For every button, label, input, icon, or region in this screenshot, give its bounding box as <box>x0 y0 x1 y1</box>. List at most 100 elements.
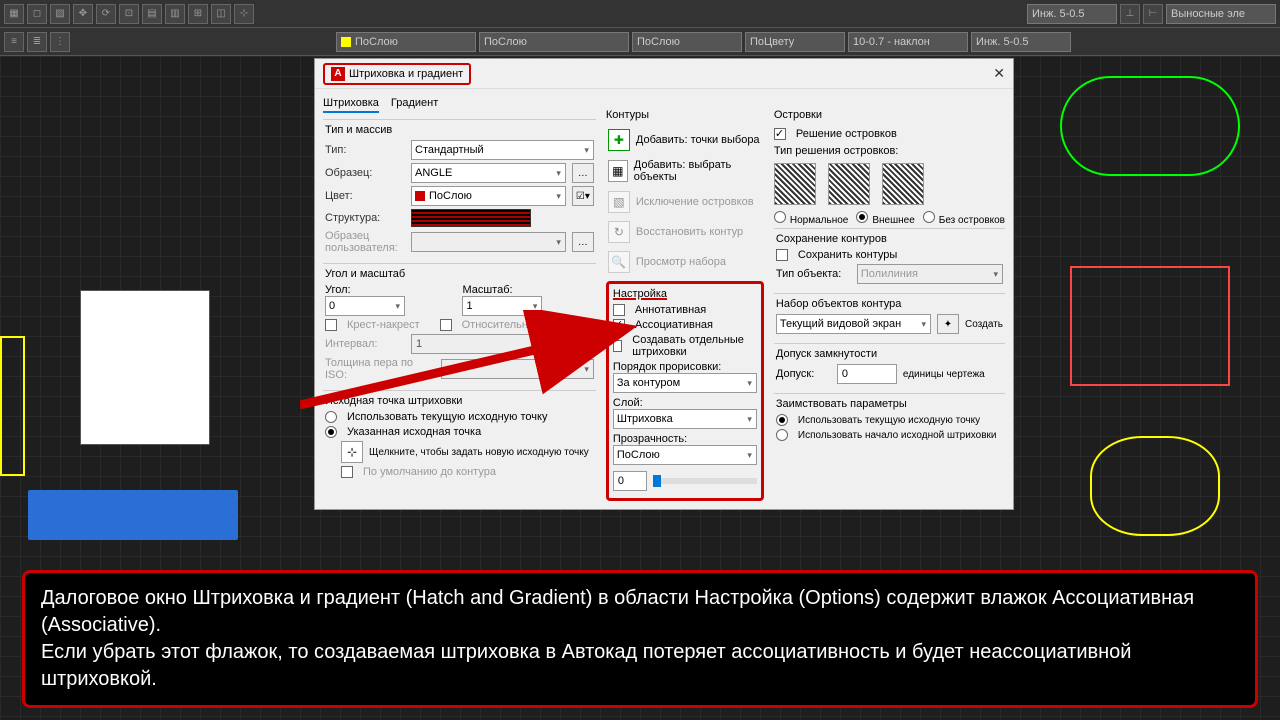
color-select[interactable]: ПоСлою <box>411 186 566 206</box>
hatch-gradient-dialog: A Штриховка и градиент ✕ Штриховка Гради… <box>314 58 1014 510</box>
tool-icon[interactable]: ⋮ <box>50 32 70 52</box>
dialog-header: A Штриховка и градиент ✕ <box>315 59 1013 89</box>
tool-icon[interactable]: ≣ <box>27 32 47 52</box>
transparency-label: Прозрачность: <box>613 433 757 445</box>
transparency-select[interactable]: ПоСлою <box>613 445 757 465</box>
obj-type-select: Полилиния <box>857 264 1003 284</box>
color-label: Цвет: <box>325 190 405 202</box>
obj-type-label: Тип объекта: <box>776 268 851 280</box>
browse-button[interactable]: … <box>572 163 594 183</box>
add-points-icon[interactable]: ✚ <box>608 129 630 151</box>
plotstyle-drop[interactable]: ПоЦвету <box>745 32 845 52</box>
retain-checkbox[interactable] <box>776 249 788 261</box>
cross-checkbox <box>325 319 337 331</box>
tool-icon[interactable]: ⟳ <box>96 4 116 24</box>
draw-order-select[interactable]: За контуром <box>613 373 757 393</box>
island-ignore-radio[interactable] <box>923 211 935 223</box>
browse-button: … <box>572 232 594 252</box>
inherit-current-radio[interactable] <box>776 414 788 426</box>
scale-label: Масштаб: <box>462 284 593 296</box>
add-select-icon[interactable]: ▦ <box>608 160 628 182</box>
sample-label: Образец: <box>325 167 405 179</box>
tool-icon[interactable]: ⊞ <box>188 4 208 24</box>
tool-icon[interactable]: ◻ <box>27 4 47 24</box>
thumbnail-image <box>80 290 210 445</box>
inherit-label: Заимствовать параметры <box>776 398 1003 410</box>
annotative-checkbox[interactable] <box>613 304 625 316</box>
textstyle-drop[interactable]: 10-0.7 - наклон <box>848 32 968 52</box>
contours-label: Контуры <box>606 109 764 121</box>
linetype-drop[interactable]: ПоСлою <box>632 32 742 52</box>
island-outer-icon[interactable] <box>828 163 870 205</box>
view-set-icon: 🔍 <box>608 251 630 273</box>
angle-label: Угол: <box>325 284 456 296</box>
tool-icon[interactable]: ⊥ <box>1120 4 1140 24</box>
pen-iso-label: Толщина пера по ISO: <box>325 357 435 381</box>
swatch-preview[interactable] <box>411 209 531 227</box>
relative-checkbox <box>440 319 452 331</box>
tool-icon[interactable]: ◫ <box>211 4 231 24</box>
boundary-set-label: Набор объектов контура <box>776 298 1003 310</box>
inherit-origin-radio[interactable] <box>776 429 788 441</box>
lineweight-drop[interactable]: ПоСлою <box>479 32 629 52</box>
island-outer-radio[interactable] <box>856 211 868 223</box>
draw-order-label: Порядок прорисовки: <box>613 361 757 373</box>
tool-icon[interactable]: ▤ <box>142 4 162 24</box>
tool-icon[interactable]: ⊢ <box>1143 4 1163 24</box>
island-ignore-icon[interactable] <box>882 163 924 205</box>
interval-input <box>411 334 594 354</box>
drawing-shape <box>1090 436 1220 536</box>
dialog-title-highlight: A Штриховка и градиент <box>323 63 471 85</box>
tool-icon[interactable]: ⊹ <box>234 4 254 24</box>
annotation-text: Далоговое окно Штриховка и градиент (Hat… <box>22 570 1258 708</box>
islands-label: Островки <box>774 109 1005 121</box>
color-drop[interactable]: ПоСлою <box>336 32 476 52</box>
origin-label: Исходная точка штриховки <box>325 395 594 407</box>
close-button[interactable]: ✕ <box>993 65 1005 82</box>
tool-icon[interactable]: ▨ <box>50 4 70 24</box>
new-set-button[interactable]: ✦ <box>937 314 959 334</box>
type-label: Тип: <box>325 144 405 156</box>
use-specified-radio[interactable] <box>325 426 337 438</box>
toolbar-2: ≡ ≣ ⋮ ПоСлою ПоСлою ПоСлою ПоЦвету 10-0.… <box>0 28 1280 56</box>
associative-checkbox[interactable] <box>613 319 625 331</box>
user-sample-label: Образец пользователя: <box>325 230 405 254</box>
island-normal-icon[interactable] <box>774 163 816 205</box>
use-current-radio[interactable] <box>325 411 337 423</box>
recreate-icon: ↻ <box>608 221 630 243</box>
bg-color-button[interactable]: ☑▾ <box>572 186 594 206</box>
angle-select[interactable]: 0 <box>325 296 405 316</box>
dim-style-drop[interactable]: Инж. 5-0.5 <box>1027 4 1117 24</box>
island-normal-radio[interactable] <box>774 211 786 223</box>
mobile-thumb <box>28 490 238 540</box>
type-array-label: Тип и массив <box>325 124 594 136</box>
transparency-input[interactable] <box>613 471 647 491</box>
drawing-shape <box>0 336 25 476</box>
separate-checkbox[interactable] <box>613 340 622 352</box>
tab-hatch[interactable]: Штриховка <box>323 95 379 113</box>
options-label: Настройка <box>613 288 757 300</box>
tool-icon[interactable]: ▦ <box>4 4 24 24</box>
tab-gradient[interactable]: Градиент <box>391 95 438 113</box>
default-bounds-checkbox[interactable] <box>341 466 353 478</box>
drawing-shape <box>1060 76 1240 176</box>
tool-icon[interactable]: ⊡ <box>119 4 139 24</box>
remove-islands-icon: ▧ <box>608 191 630 213</box>
tool-icon[interactable]: ▥ <box>165 4 185 24</box>
ext-style-drop[interactable]: Выносные эле <box>1166 4 1276 24</box>
tolerance-input[interactable] <box>837 364 897 384</box>
scale-select[interactable]: 1 <box>462 296 542 316</box>
interval-label: Интервал: <box>325 338 405 350</box>
pattern-select[interactable]: ANGLE <box>411 163 566 183</box>
transparency-slider[interactable] <box>653 475 661 487</box>
toolbar-1: ▦ ◻ ▨ ✥ ⟳ ⊡ ▤ ▥ ⊞ ◫ ⊹ Инж. 5-0.5 ⊥ ⊢ Вын… <box>0 0 1280 28</box>
dimstyle-drop[interactable]: Инж. 5-0.5 <box>971 32 1071 52</box>
pick-point-icon[interactable]: ⊹ <box>341 441 363 463</box>
island-detect-checkbox[interactable] <box>774 128 786 140</box>
tool-icon[interactable]: ≡ <box>4 32 24 52</box>
type-select[interactable]: Стандартный <box>411 140 594 160</box>
layer-select[interactable]: Штриховка <box>613 409 757 429</box>
boundary-set-select[interactable]: Текущий видовой экран <box>776 314 931 334</box>
island-type-label: Тип решения островков: <box>774 145 1005 157</box>
tool-icon[interactable]: ✥ <box>73 4 93 24</box>
